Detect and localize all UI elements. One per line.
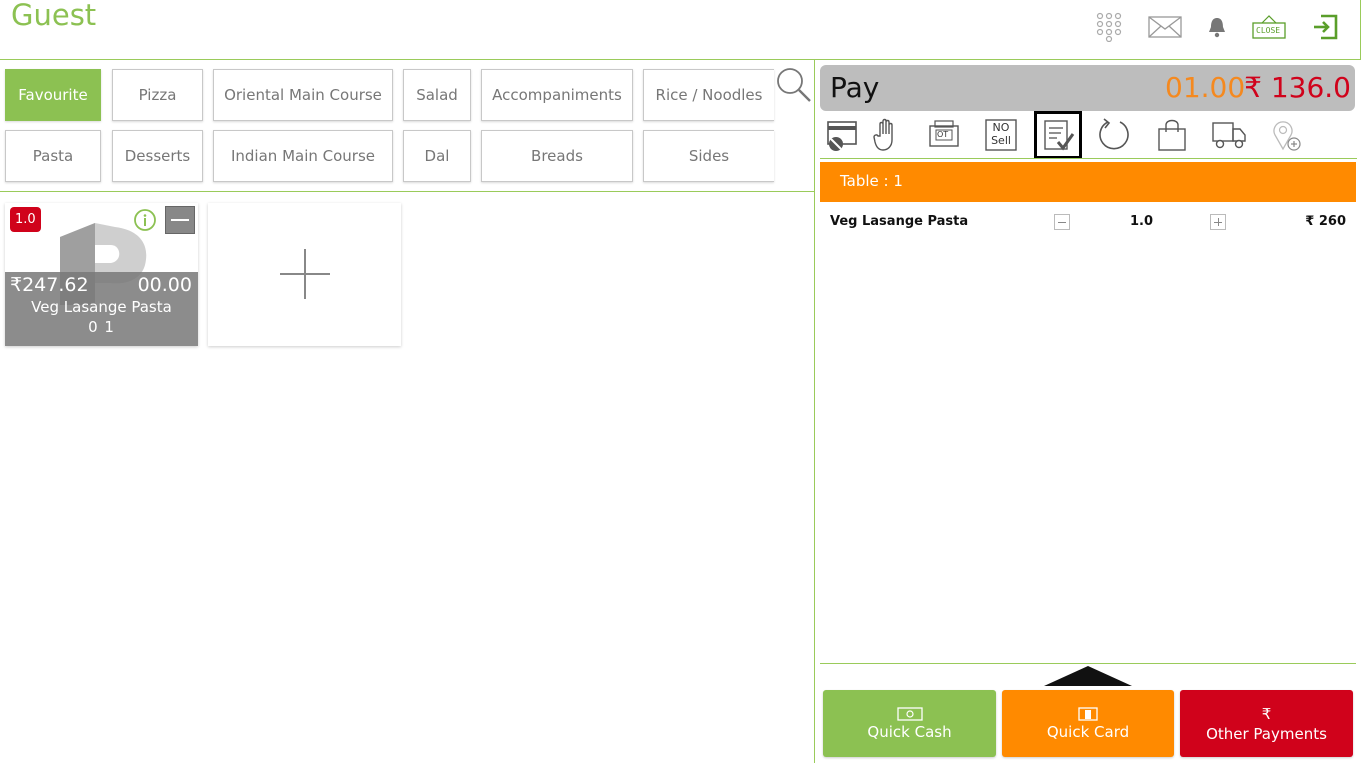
item-price: ₹247.62 — [10, 274, 89, 296]
close-sign-text: CLOSE — [1256, 26, 1281, 35]
item-info-strip: ₹247.62 00.00 Veg Lasange Pasta 0 1 — [5, 272, 198, 346]
item-name: Veg Lasange Pasta — [31, 298, 172, 316]
card-icon — [1078, 706, 1098, 721]
ot-print-icon[interactable]: OT — [926, 117, 962, 153]
takeaway-bag-icon[interactable] — [1154, 117, 1190, 153]
increase-qty-button[interactable] — [1210, 214, 1226, 230]
kot-check-icon[interactable] — [1034, 111, 1082, 159]
hold-hand-icon[interactable] — [870, 117, 906, 153]
category-pizza[interactable]: Pizza — [112, 69, 203, 121]
cancel-order-icon[interactable] — [824, 117, 860, 153]
close-sign-icon[interactable]: CLOSE — [1252, 12, 1286, 42]
order-line[interactable]: Veg Lasange Pasta 1.0 ₹ 260 — [820, 210, 1356, 234]
bottom-divider — [820, 663, 1356, 664]
item-count: 01.00 — [1165, 71, 1246, 104]
item-qty-badge: 1.0 — [10, 207, 41, 232]
order-toolbar: OT NO Sell — [816, 111, 1361, 159]
other-payments-button[interactable]: ₹ Other Payments — [1180, 690, 1353, 757]
table-header: Table : 1 — [820, 162, 1356, 202]
customer-name: Guest — [11, 0, 97, 32]
category-pasta[interactable]: Pasta — [5, 130, 101, 182]
quick-card-label: Quick Card — [1046, 722, 1130, 741]
category-breads[interactable]: Breads — [481, 130, 633, 182]
category-salad[interactable]: Salad — [403, 69, 471, 121]
category-sides[interactable]: Sides — [643, 130, 774, 182]
order-line-qty: 1.0 — [1130, 214, 1154, 229]
category-oriental-main-course[interactable]: Oriental Main Course — [213, 69, 393, 121]
order-total: ₹ 136.0 — [1244, 71, 1351, 104]
add-item-button[interactable] — [208, 203, 401, 346]
add-location-icon[interactable] — [1268, 117, 1304, 153]
top-header: Guest CLOSE — [0, 0, 1361, 60]
category-dal[interactable]: Dal — [403, 130, 471, 182]
logout-icon[interactable] — [1312, 12, 1338, 42]
quick-cash-label: Quick Cash — [867, 722, 952, 741]
no-sell-label: NO Sell — [991, 121, 1011, 147]
ot-label: OT — [937, 130, 949, 139]
remove-item-button[interactable] — [165, 206, 195, 234]
category-desserts[interactable]: Desserts — [112, 130, 203, 182]
category-accompaniments[interactable]: Accompaniments — [481, 69, 633, 121]
search-icon[interactable] — [775, 66, 813, 104]
item-discount: 00.00 — [137, 274, 192, 296]
order-panel: Pay 01.00 ₹ 136.0 OT NO Sell Table: 1 V… — [816, 60, 1361, 763]
menu-item-tile[interactable]: 1.0 ₹247.62 00.00 Veg Lasange Pasta 0 1 — [5, 203, 198, 346]
category-favourite[interactable]: Favourite — [5, 69, 101, 121]
category-divider — [0, 191, 815, 192]
other-payments-label: Other Payments — [1206, 724, 1327, 743]
info-icon[interactable] — [133, 208, 157, 232]
quick-card-button[interactable]: Quick Card — [1002, 690, 1174, 757]
menu-panel: Favourite Pizza Oriental Main Course Sal… — [0, 60, 815, 763]
pay-label: Pay — [830, 71, 880, 104]
order-line-name: Veg Lasange Pasta — [830, 214, 969, 229]
mail-icon[interactable] — [1148, 12, 1182, 42]
decrease-qty-button[interactable] — [1054, 214, 1070, 230]
quick-cash-button[interactable]: Quick Cash — [823, 690, 996, 757]
bell-icon[interactable] — [1207, 12, 1227, 42]
no-sell-icon[interactable]: NO Sell — [983, 117, 1019, 153]
toolbar-divider — [820, 158, 1357, 159]
category-indian-main-course[interactable]: Indian Main Course — [213, 130, 393, 182]
pos-screen: Guest CLOSE Favourite Pizza Oriental Mai… — [0, 0, 1361, 763]
order-line-price: ₹ 260 — [1305, 214, 1346, 229]
delivery-truck-icon[interactable] — [1211, 117, 1247, 153]
cash-icon — [896, 706, 923, 721]
category-rice-noodles[interactable]: Rice / Noodles — [643, 69, 774, 121]
rupee-icon: ₹ — [1261, 704, 1272, 723]
pay-bar[interactable]: Pay 01.00 ₹ 136.0 — [820, 65, 1355, 111]
item-code: 0 1 — [88, 318, 115, 336]
refresh-icon[interactable] — [1097, 117, 1133, 153]
expand-up-arrow-icon[interactable] — [1044, 666, 1132, 686]
keypad-icon[interactable] — [1096, 12, 1122, 42]
